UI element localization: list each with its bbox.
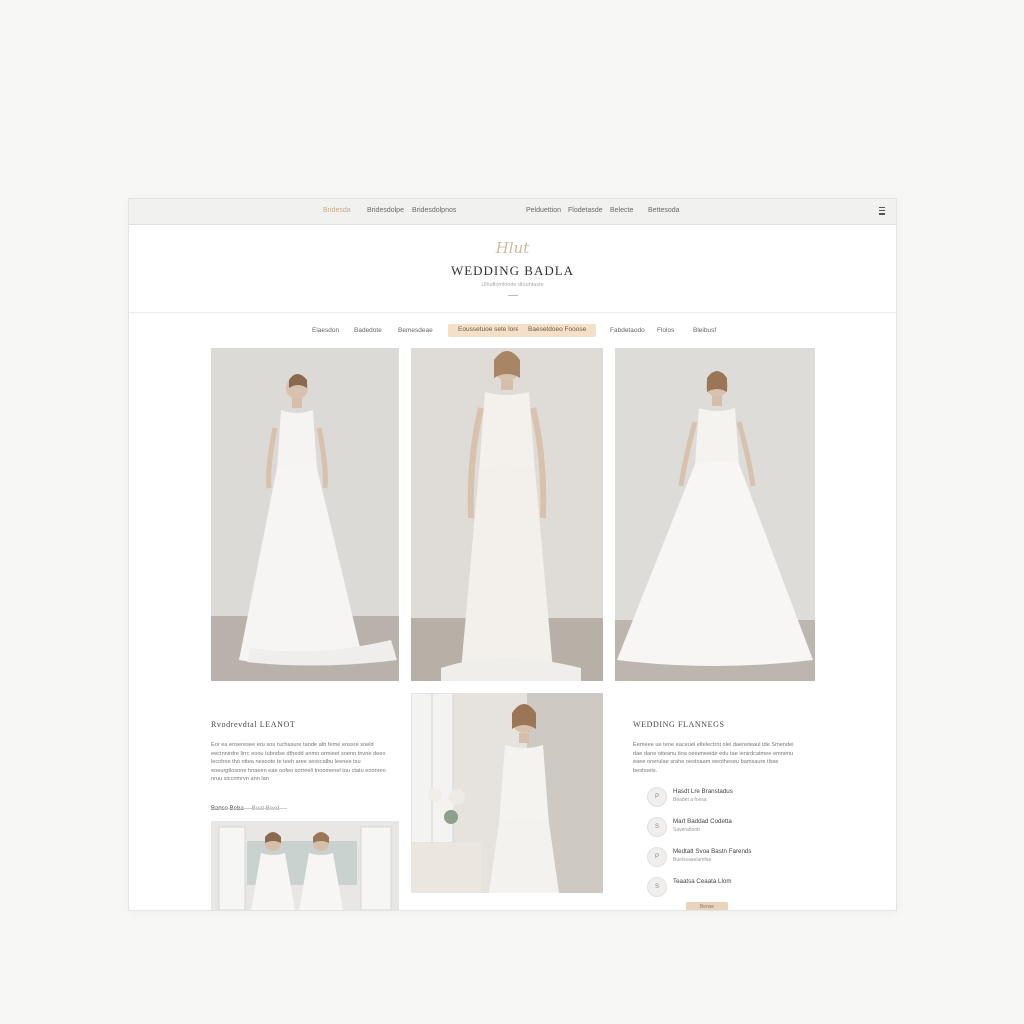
nav-item-1[interactable]: Bridesda [323,207,351,214]
feature-sub-1: Beadet a foesa [673,797,707,803]
right-section-paragraph: Eemeee ue tene eaceuel eltelectrnt olei … [633,742,794,774]
gallery-photo-3[interactable] [615,348,815,681]
category-item-7[interactable]: Flolos [657,325,674,337]
feature-icon-3: P [647,847,667,867]
left-section-title: Rvodrevdtal LEANOT [211,720,296,729]
header-divider [508,295,518,296]
left-section-paragraph: Eor ea enseresee eru sos ruchasure tande… [211,742,386,783]
gallery-photo-1[interactable] [211,348,399,681]
left-tabs: Banse Beba Beat Bexd [211,797,287,815]
center-feature-photo[interactable] [411,693,603,893]
category-item-1[interactable]: Elaesdon [312,325,339,337]
feature-sub-3: Buelssaaelamfae [673,857,712,863]
brand-tagline: Ulhuflomlonde dtouhtaste [481,282,544,288]
nav-item-3[interactable]: Bridesdolpnos [412,207,456,214]
category-item-6[interactable]: Fabdetaodo [610,325,645,337]
category-item-3[interactable]: Bemesdeae [398,325,433,337]
site-header: Hlut WEDDING BADLA Ulhuflomlonde dtouhta… [129,225,896,313]
right-section-title: WEDDING FLANNEGS [633,720,725,729]
feature-title-3: Medtatt Svoa Bastn Farends [673,848,752,855]
feature-item-2[interactable]: S Mart Baddad Codetta Saverattoob [647,817,867,837]
feature-title-4: Teaatsa Ceaata Llom [673,878,732,885]
feature-icon-4: S [647,877,667,897]
gallery-photo-2[interactable] [411,348,603,681]
category-item-4[interactable]: Eoussetuoe sete lore [448,324,530,337]
category-nav: Elaesdon Badedote Bemesdeae Eoussetuoe s… [129,323,896,339]
feature-item-3[interactable]: P Medtatt Svoa Bastn Farends Buelssaaela… [647,847,867,867]
nav-item-7[interactable]: Bettesoda [648,207,680,214]
feature-item-1[interactable]: P Hasdt Lre Branstadus Beadet a foesa [647,787,867,807]
category-item-2[interactable]: Badedote [354,325,382,337]
tab-underline [211,808,287,809]
category-item-8[interactable]: Bleibusf [693,325,716,337]
feature-icon-2: S [647,817,667,837]
nav-item-6[interactable]: Belecte [610,207,633,214]
hamburger-menu-icon[interactable] [879,207,885,216]
nav-item-2[interactable]: Bridesdolpe [367,207,404,214]
logo-script[interactable]: Hlut [129,239,896,257]
feature-icon-1: P [647,787,667,807]
nav-item-5[interactable]: Flodetasde [568,207,603,214]
feature-title-1: Hasdt Lre Branstadus [673,788,733,795]
category-item-5[interactable]: Baesetdoeo Fooose [518,324,597,337]
feature-sub-2: Saverattoob [673,827,700,833]
cta-button[interactable]: Bense [686,902,728,910]
feature-title-2: Mart Baddad Codetta [673,818,732,825]
nav-item-4[interactable]: Pelduettion [526,207,561,214]
top-nav-bar: Bridesda Bridesdolpe Bridesdolpnos Peldu… [129,199,896,225]
feature-item-4[interactable]: S Teaatsa Ceaata Llom [647,877,867,897]
lower-left-photo[interactable] [211,821,399,910]
brand-title[interactable]: WEDDING BADLA [129,263,896,279]
browser-window: Bridesda Bridesdolpe Bridesdolpnos Peldu… [128,198,897,911]
